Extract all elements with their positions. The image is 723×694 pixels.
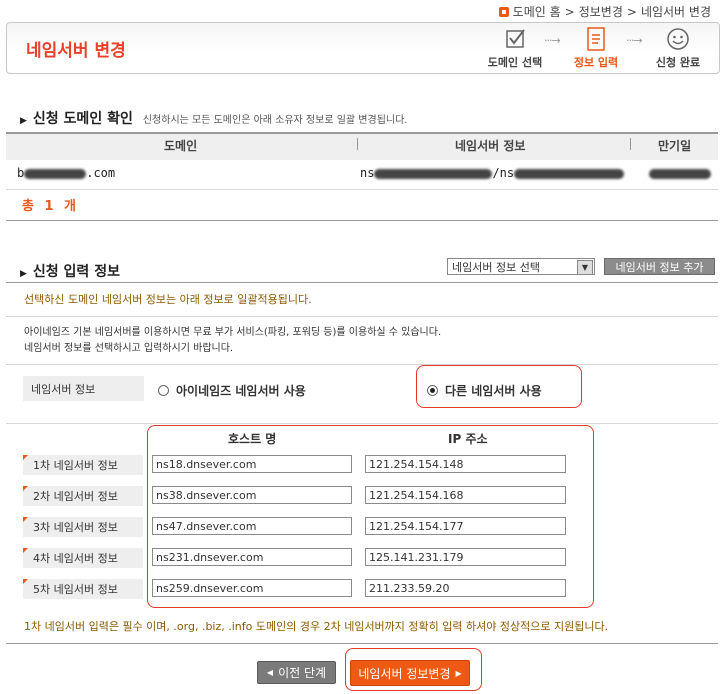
ns4-host-input[interactable] xyxy=(152,548,352,566)
input-section-title: ▶ 신청 입력 정보 xyxy=(20,261,120,281)
document-icon xyxy=(561,27,631,51)
ns3-label: 3차 네임서버 정보 xyxy=(23,517,143,537)
apply-notice: 선택하신 도메인 네임서버 정보는 아래 정보로 일괄적용됩니다. xyxy=(24,293,312,306)
smiley-icon xyxy=(643,27,713,51)
breadcrumb-separator: > xyxy=(626,4,637,19)
bullet-triangle-icon: ▶ xyxy=(20,116,27,126)
nameserver-cell: ns/ns xyxy=(360,166,625,180)
column-separator xyxy=(357,138,358,150)
total-count: 총 1 개 xyxy=(22,199,80,214)
ns2-host-input[interactable] xyxy=(152,486,352,504)
step-arrow-icon: ···→ xyxy=(626,34,643,47)
radio-other-nameserver[interactable]: 다른 네임서버 사용 xyxy=(427,382,542,399)
step-domain-select: 도메인 선택 xyxy=(480,27,550,70)
step-label: 신청 완료 xyxy=(655,56,701,69)
divider xyxy=(6,423,718,424)
info-line-2: 네임서버 정보를 선택하시고 입력하시기 바랍니다. xyxy=(24,343,234,354)
nameserver-info-select[interactable]: 네임서버 정보 선택 ▼ xyxy=(447,258,595,275)
section-title-text: 신청 입력 정보 xyxy=(32,264,120,280)
ns4-label: 4차 네임서버 정보 xyxy=(23,548,143,568)
ns4-ip-input[interactable] xyxy=(365,548,566,566)
domain-cell: b .com xyxy=(17,166,116,180)
breadcrumb-info-change[interactable]: 정보변경 xyxy=(579,3,623,20)
submit-nameserver-change-button[interactable]: 네임서버 정보변경 ▶ xyxy=(350,660,470,686)
add-nameserver-info-button[interactable]: 네임서버 정보 추가 xyxy=(604,258,715,275)
home-icon[interactable] xyxy=(498,6,509,17)
ns3-ip-input[interactable] xyxy=(365,517,566,535)
domain-table-header xyxy=(6,132,718,160)
domain-section-title: ▶ 신청 도메인 확인 신청하시는 모든 도메인은 아래 소유자 정보로 일괄 … xyxy=(20,108,407,128)
expiry-cell xyxy=(649,166,711,180)
column-host: 호스트 명 xyxy=(228,432,277,446)
redacted-blur xyxy=(514,168,625,179)
redacted-blur xyxy=(649,168,711,179)
radio-button-selected[interactable] xyxy=(427,385,438,396)
radio-label[interactable]: 다른 네임서버 사용 xyxy=(445,382,542,399)
nameserver-info-label: 네임서버 정보 xyxy=(23,376,144,401)
divider xyxy=(6,316,718,317)
step-info-input: 정보 입력 xyxy=(561,27,631,70)
select-value: 네임서버 정보 선택 xyxy=(452,260,540,274)
divider xyxy=(6,364,718,365)
ns1-ip-input[interactable] xyxy=(365,455,566,473)
redacted-blur xyxy=(374,168,493,179)
radio-default-nameserver[interactable]: 아이네임즈 네임서버 사용 xyxy=(158,382,306,399)
bullet-triangle-icon: ▶ xyxy=(20,269,27,279)
breadcrumb: 도메인 홈 > 정보변경 > 네임서버 변경 xyxy=(498,3,711,20)
radio-label[interactable]: 아이네임즈 네임서버 사용 xyxy=(176,382,306,399)
step-label: 도메인 선택 xyxy=(487,56,543,69)
ns1-host-input[interactable] xyxy=(152,455,352,473)
divider xyxy=(6,220,718,221)
ns5-host-input[interactable] xyxy=(152,579,352,597)
divider xyxy=(6,282,718,283)
ns5-ip-input[interactable] xyxy=(365,579,566,597)
step-arrow-icon: ···→ xyxy=(544,34,561,47)
breadcrumb-current: 네임서버 변경 xyxy=(640,5,711,19)
breadcrumb-separator: > xyxy=(564,4,575,19)
checkbox-icon xyxy=(480,27,550,51)
section-title-text: 신청 도메인 확인 xyxy=(32,111,133,127)
button-label: 네임서버 정보변경 xyxy=(358,666,451,681)
ns1-label: 1차 네임서버 정보 xyxy=(23,455,143,475)
breadcrumb-home[interactable]: 도메인 홈 xyxy=(513,3,561,20)
page-title: 네임서버 변경 xyxy=(26,41,126,61)
column-nameserver: 네임서버 정보 xyxy=(455,139,526,153)
column-domain: 도메인 xyxy=(164,139,198,153)
footnote: 1차 네임서버 입력은 필수 이며, .org, .biz, .info 도메인… xyxy=(24,620,609,633)
prev-step-button[interactable]: ◀ 이전 단계 xyxy=(257,661,336,684)
ns5-label: 5차 네임서버 정보 xyxy=(23,579,143,599)
column-expiry: 만기일 xyxy=(658,139,692,153)
step-complete: 신청 완료 xyxy=(643,27,713,70)
info-line-1: 아이네임즈 기본 네임서버를 이용하시면 무료 부가 서비스(파킹, 포워딩 등… xyxy=(24,327,442,338)
column-separator xyxy=(630,138,631,150)
section-subtitle: 신청하시는 모든 도메인은 아래 소유자 정보로 일괄 변경됩니다. xyxy=(142,115,408,126)
chevron-right-icon: ▶ xyxy=(455,668,462,678)
divider xyxy=(6,189,718,190)
radio-button[interactable] xyxy=(158,385,169,396)
divider xyxy=(6,643,718,644)
step-label: 정보 입력 xyxy=(573,56,619,69)
ns2-ip-input[interactable] xyxy=(365,486,566,504)
ns3-host-input[interactable] xyxy=(152,517,352,535)
redacted-blur xyxy=(24,168,87,179)
chevron-left-icon: ◀ xyxy=(266,668,274,677)
column-ip: IP 주소 xyxy=(448,432,488,446)
ns2-label: 2차 네임서버 정보 xyxy=(23,486,143,506)
chevron-down-icon[interactable]: ▼ xyxy=(577,260,593,275)
button-label: 이전 단계 xyxy=(278,666,327,680)
